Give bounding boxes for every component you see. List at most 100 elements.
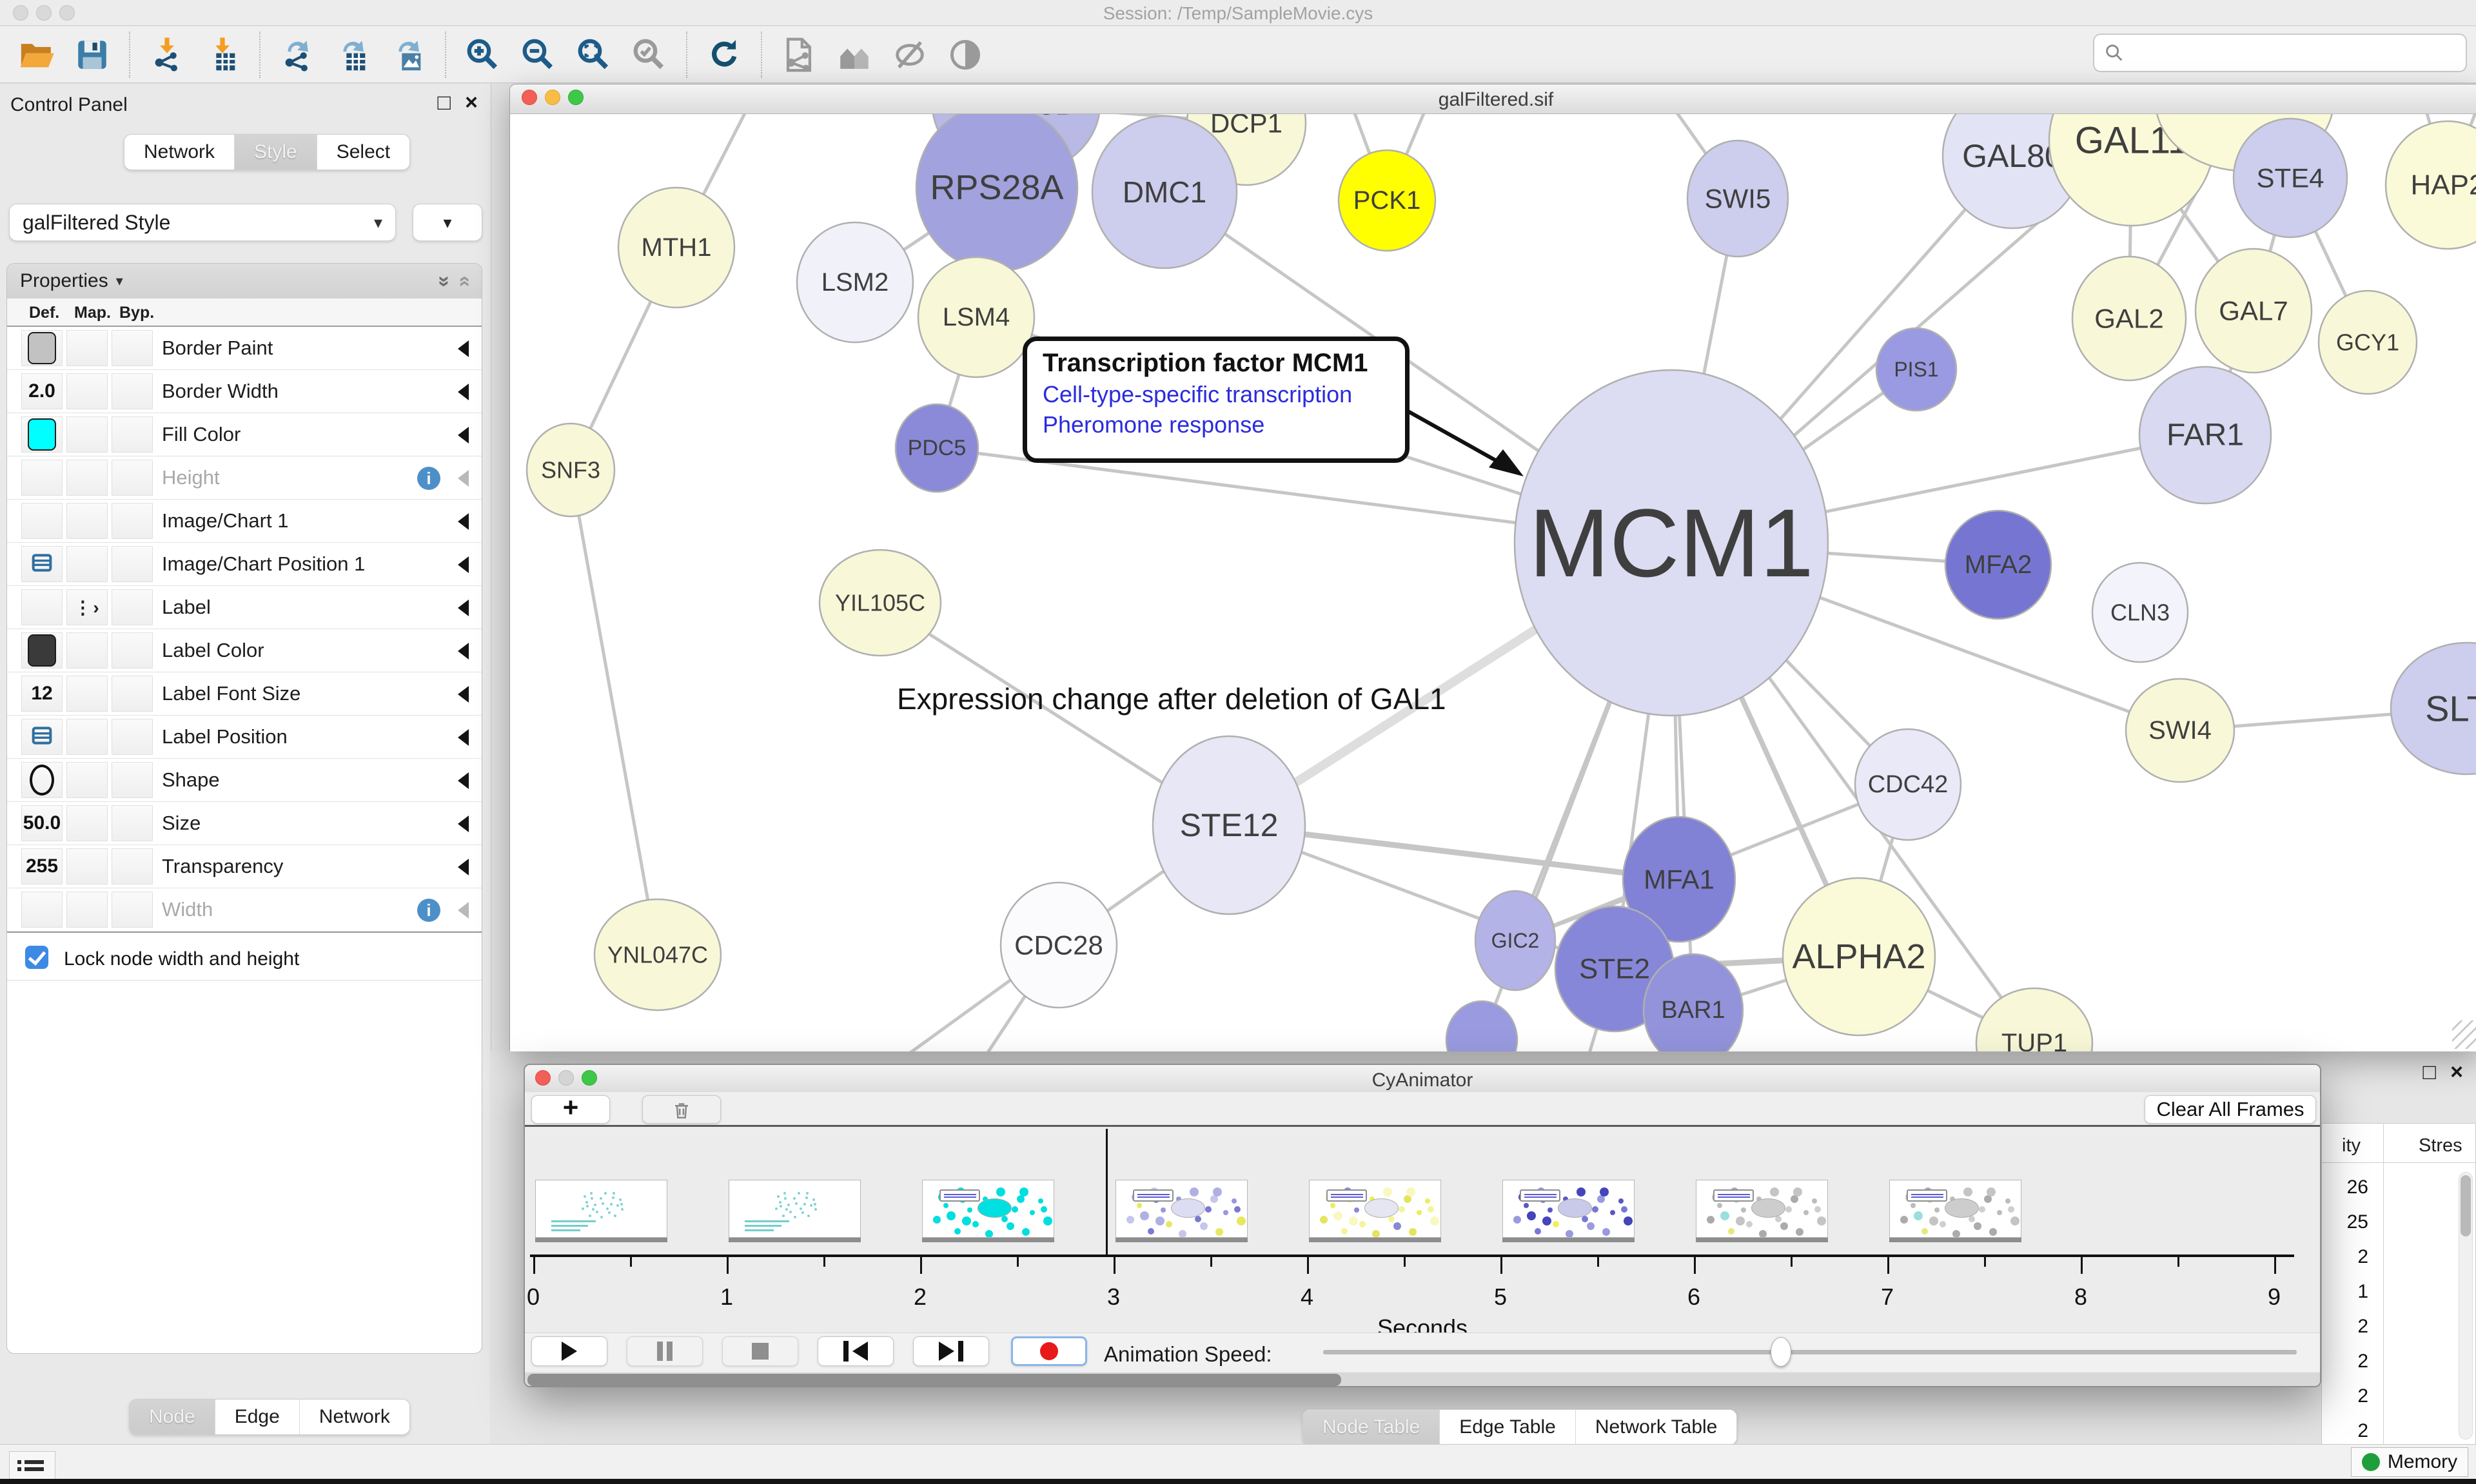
default-cell[interactable] xyxy=(21,546,63,582)
open-session-icon[interactable] xyxy=(17,35,57,75)
network-node-np1[interactable] xyxy=(1446,1001,1517,1051)
bypass-cell[interactable] xyxy=(112,805,153,841)
info-icon[interactable]: i xyxy=(417,467,440,490)
timeline-frame-0[interactable] xyxy=(535,1180,667,1238)
property-row-transparency[interactable]: 255Transparency xyxy=(7,845,482,888)
network-file-icon[interactable] xyxy=(779,35,819,75)
delete-frame-button[interactable] xyxy=(642,1095,721,1124)
default-cell[interactable] xyxy=(21,503,63,539)
legend-icon[interactable] xyxy=(834,35,874,75)
default-cell[interactable] xyxy=(21,589,63,625)
expand-arrow-icon[interactable] xyxy=(458,384,469,400)
mapping-cell[interactable] xyxy=(66,503,108,539)
search-input[interactable] xyxy=(2093,34,2467,72)
property-row-width[interactable]: Widthi xyxy=(7,888,482,932)
zoom-fit-icon[interactable] xyxy=(574,35,614,75)
expand-arrow-icon[interactable] xyxy=(458,859,469,875)
slider-thumb[interactable] xyxy=(1771,1337,1791,1367)
bypass-cell[interactable] xyxy=(112,330,153,366)
mapping-cell[interactable] xyxy=(66,416,108,453)
bypass-cell[interactable] xyxy=(112,762,153,798)
bypass-cell[interactable] xyxy=(112,632,153,669)
property-row-image-chart-1[interactable]: Image/Chart 1 xyxy=(7,500,482,543)
table-cell-value[interactable]: 2 xyxy=(2327,1385,2368,1407)
table-scrollbar[interactable] xyxy=(2459,1172,2473,1440)
float-panel-icon[interactable]: □ xyxy=(437,90,451,115)
tab-network[interactable]: Network xyxy=(124,135,234,170)
bypass-cell[interactable] xyxy=(112,373,153,409)
property-row-label-position[interactable]: Label Position xyxy=(7,716,482,759)
task-history-button[interactable] xyxy=(9,1451,55,1479)
close-panel-icon[interactable]: × xyxy=(2450,1060,2463,1085)
zoom-selected-icon[interactable] xyxy=(629,35,669,75)
default-cell[interactable] xyxy=(21,719,63,755)
tab-edge[interactable]: Edge xyxy=(215,1400,299,1434)
mapping-cell[interactable] xyxy=(66,892,108,928)
playhead[interactable] xyxy=(1106,1129,1108,1255)
pause-button[interactable] xyxy=(627,1336,703,1366)
bypass-cell[interactable] xyxy=(112,848,153,884)
table-cell-value[interactable]: 26 xyxy=(2327,1176,2368,1198)
default-cell[interactable] xyxy=(21,416,63,453)
mapping-cell[interactable]: ⋮› xyxy=(66,589,108,625)
default-cell[interactable] xyxy=(21,632,63,669)
property-row-shape[interactable]: Shape xyxy=(7,759,482,802)
property-row-label-color[interactable]: Label Color xyxy=(7,629,482,672)
default-cell[interactable]: 255 xyxy=(21,848,63,884)
default-cell[interactable] xyxy=(21,892,63,928)
default-cell[interactable] xyxy=(21,330,63,366)
style-options-button[interactable]: ▾ xyxy=(413,204,482,241)
scrollbar-thumb[interactable] xyxy=(2461,1175,2471,1236)
tab-edge-table[interactable]: Edge Table xyxy=(1439,1410,1575,1445)
memory-button[interactable]: Memory xyxy=(2351,1447,2468,1477)
mapping-cell[interactable] xyxy=(66,373,108,409)
clear-all-frames-button[interactable]: Clear All Frames xyxy=(2145,1095,2316,1124)
refresh-layout-icon[interactable] xyxy=(704,35,744,75)
style-selector[interactable]: galFiltered Style ▾ xyxy=(9,204,396,241)
expand-arrow-icon[interactable] xyxy=(458,729,469,746)
resize-grip[interactable] xyxy=(2452,1020,2476,1049)
expand-arrow-icon[interactable] xyxy=(458,815,469,832)
tab-node-table[interactable]: Node Table xyxy=(1303,1410,1439,1445)
hide-panel-icon[interactable] xyxy=(890,35,930,75)
mapping-cell[interactable] xyxy=(66,762,108,798)
table-col-header[interactable]: Stres xyxy=(2419,1135,2462,1157)
float-panel-icon[interactable]: □ xyxy=(2422,1060,2436,1085)
property-row-border-width[interactable]: 2.0Border Width xyxy=(7,370,482,413)
expand-arrow-icon[interactable] xyxy=(458,686,469,703)
property-row-label[interactable]: ⋮›Label xyxy=(7,586,482,629)
table-cell-value[interactable]: 1 xyxy=(2327,1281,2368,1303)
record-button[interactable] xyxy=(1011,1336,1087,1366)
property-row-size[interactable]: 50.0Size xyxy=(7,802,482,845)
mapping-cell[interactable] xyxy=(66,848,108,884)
tab-style[interactable]: Style xyxy=(234,135,317,170)
timeline-frame-4[interactable] xyxy=(1309,1180,1441,1238)
zoom-in-icon[interactable] xyxy=(463,35,503,75)
mapping-cell[interactable] xyxy=(66,460,108,496)
bypass-cell[interactable] xyxy=(112,589,153,625)
hscrollbar-thumb[interactable] xyxy=(527,1374,1341,1386)
property-row-height[interactable]: Heighti xyxy=(7,456,482,500)
bypass-cell[interactable] xyxy=(112,503,153,539)
property-row-label-font-size[interactable]: 12Label Font Size xyxy=(7,672,482,716)
network-canvas[interactable]: RPS28BDCP1RPS28ADMC1PCK1SWI5GAL80GAL11ST… xyxy=(510,114,2476,1051)
timeline[interactable]: 0123456789 Seconds xyxy=(525,1129,2320,1333)
animation-speed-slider[interactable] xyxy=(1323,1350,2297,1354)
annotation-link[interactable]: Pheromone response xyxy=(1043,411,1402,438)
expand-arrow-icon[interactable] xyxy=(458,427,469,444)
default-cell[interactable]: 2.0 xyxy=(21,373,63,409)
skip-start-button[interactable] xyxy=(818,1336,894,1366)
property-row-image-chart-position-1[interactable]: Image/Chart Position 1 xyxy=(7,543,482,586)
bypass-cell[interactable] xyxy=(112,460,153,496)
default-cell[interactable] xyxy=(21,460,63,496)
default-cell[interactable]: 12 xyxy=(21,676,63,712)
mapping-cell[interactable] xyxy=(66,676,108,712)
timeline-frame-7[interactable] xyxy=(1889,1180,2021,1238)
table-cell-value[interactable]: 2 xyxy=(2327,1420,2368,1442)
export-table-icon[interactable] xyxy=(333,35,373,75)
property-row-border-paint[interactable]: Border Paint xyxy=(7,327,482,370)
bypass-cell[interactable] xyxy=(112,416,153,453)
mapping-cell[interactable] xyxy=(66,546,108,582)
mapping-cell[interactable] xyxy=(66,805,108,841)
import-table-icon[interactable] xyxy=(202,35,242,75)
